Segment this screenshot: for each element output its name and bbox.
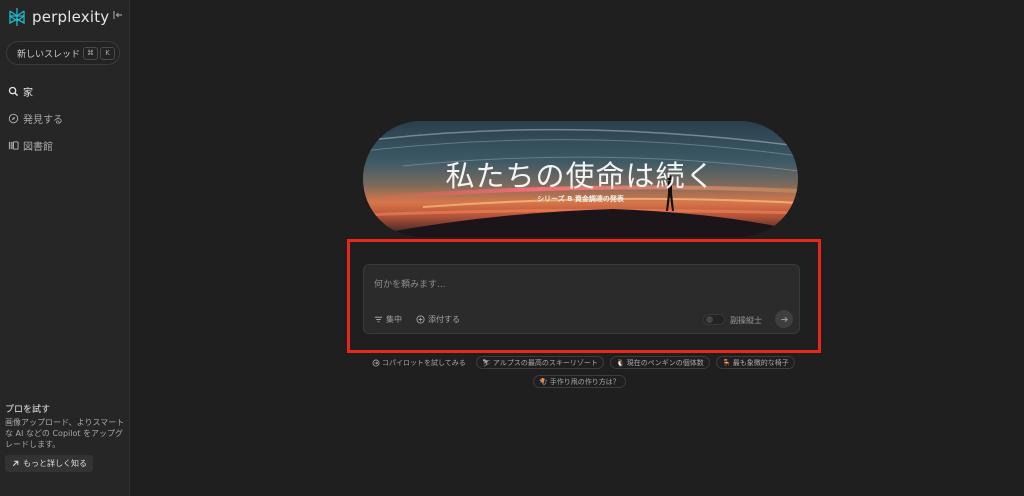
arrow-right-icon bbox=[780, 316, 788, 322]
kite-emoji-icon: 🪁 bbox=[539, 377, 548, 386]
library-icon bbox=[8, 141, 19, 150]
penguin-emoji-icon: 🐧 bbox=[616, 358, 625, 367]
learn-more-label: もっと詳しく知る bbox=[23, 459, 87, 468]
copilot-label: 副操縦士 bbox=[730, 316, 762, 325]
sidebar-item-label: 図書館 bbox=[23, 142, 53, 153]
learn-more-button[interactable]: もっと詳しく知る bbox=[5, 455, 93, 472]
sidebar-item-home[interactable]: 家 bbox=[8, 84, 33, 99]
brand[interactable]: perplexity bbox=[6, 6, 109, 28]
sidebar-item-label: 発見する bbox=[23, 115, 63, 126]
attach-button[interactable]: 添付する bbox=[416, 314, 460, 325]
shortcut-cmd-key: ⌘ bbox=[83, 46, 98, 60]
sidebar: perplexity 新しいスレッド ⌘ K 家 発見する 図書館 プロを試す bbox=[0, 0, 130, 496]
chair-emoji-icon: 🪑 bbox=[722, 358, 731, 367]
pro-promo: プロを試す 画像アップロード、よりスマートな AI などの Copilot をア… bbox=[5, 402, 125, 472]
suggestion-label: 手作り凧の作り方は？ bbox=[549, 377, 620, 386]
suggestion-chip[interactable]: ⛷ アルプスの最高のスキーリゾート bbox=[476, 356, 604, 369]
compass-icon bbox=[8, 113, 19, 124]
collapse-sidebar-icon[interactable] bbox=[112, 9, 124, 21]
perplexity-logo-icon bbox=[9, 8, 25, 26]
suggestion-label: アルプスの最高のスキーリゾート bbox=[492, 358, 598, 367]
suggestion-chip[interactable]: 🪑 最も象徴的な椅子 bbox=[716, 356, 795, 369]
suggestion-label: 現在のペンギンの個体数 bbox=[626, 358, 704, 367]
banner-headline: 私たちの使命は続く bbox=[445, 159, 716, 193]
pro-promo-description: 画像アップロード、よりスマートな AI などの Copilot をアップグレード… bbox=[5, 418, 125, 449]
ski-emoji-icon: ⛷ bbox=[482, 358, 491, 367]
submit-button[interactable] bbox=[775, 310, 793, 328]
suggestion-label: コパイロットを試してみる bbox=[382, 358, 466, 367]
announcement-banner[interactable]: 私たちの使命は続く シリーズ B 資金調達の発表 bbox=[363, 121, 798, 237]
suggestion-chip[interactable]: 🐧 現在のペンギンの個体数 bbox=[610, 356, 710, 369]
search-icon bbox=[8, 86, 19, 97]
sidebar-item-label: 家 bbox=[23, 88, 33, 99]
new-thread-button[interactable]: 新しいスレッド ⌘ K bbox=[6, 41, 120, 65]
attach-label: 添付する bbox=[428, 315, 460, 324]
banner-subline: シリーズ B 資金調達の発表 bbox=[537, 195, 624, 203]
filter-lines-icon bbox=[374, 316, 383, 323]
focus-button[interactable]: 集中 bbox=[374, 314, 402, 325]
brand-name: perplexity bbox=[32, 8, 110, 26]
suggestion-chip[interactable]: コパイロットを試してみる bbox=[366, 356, 472, 369]
search-box[interactable]: 何かを頼みます... 集中 添付する 副操縦士 bbox=[363, 264, 800, 334]
arrow-up-right-icon bbox=[12, 460, 19, 467]
new-thread-label: 新しいスレッド bbox=[17, 49, 81, 60]
suggestion-chip[interactable]: 🪁 手作り凧の作り方は？ bbox=[533, 375, 626, 388]
focus-label: 集中 bbox=[386, 315, 402, 324]
copilot-toggle[interactable] bbox=[703, 314, 725, 325]
copilot-icon bbox=[372, 359, 380, 366]
pro-promo-title: プロを試す bbox=[5, 405, 51, 415]
plus-circle-icon bbox=[416, 315, 425, 324]
suggestion-label: 最も象徴的な椅子 bbox=[732, 358, 789, 367]
sidebar-item-library[interactable]: 図書館 bbox=[8, 138, 53, 153]
search-input[interactable]: 何かを頼みます... bbox=[374, 277, 446, 290]
shortcut-k-key: K bbox=[100, 46, 115, 60]
sidebar-item-discover[interactable]: 発見する bbox=[8, 111, 63, 126]
copilot-toggle-knob bbox=[706, 316, 713, 323]
